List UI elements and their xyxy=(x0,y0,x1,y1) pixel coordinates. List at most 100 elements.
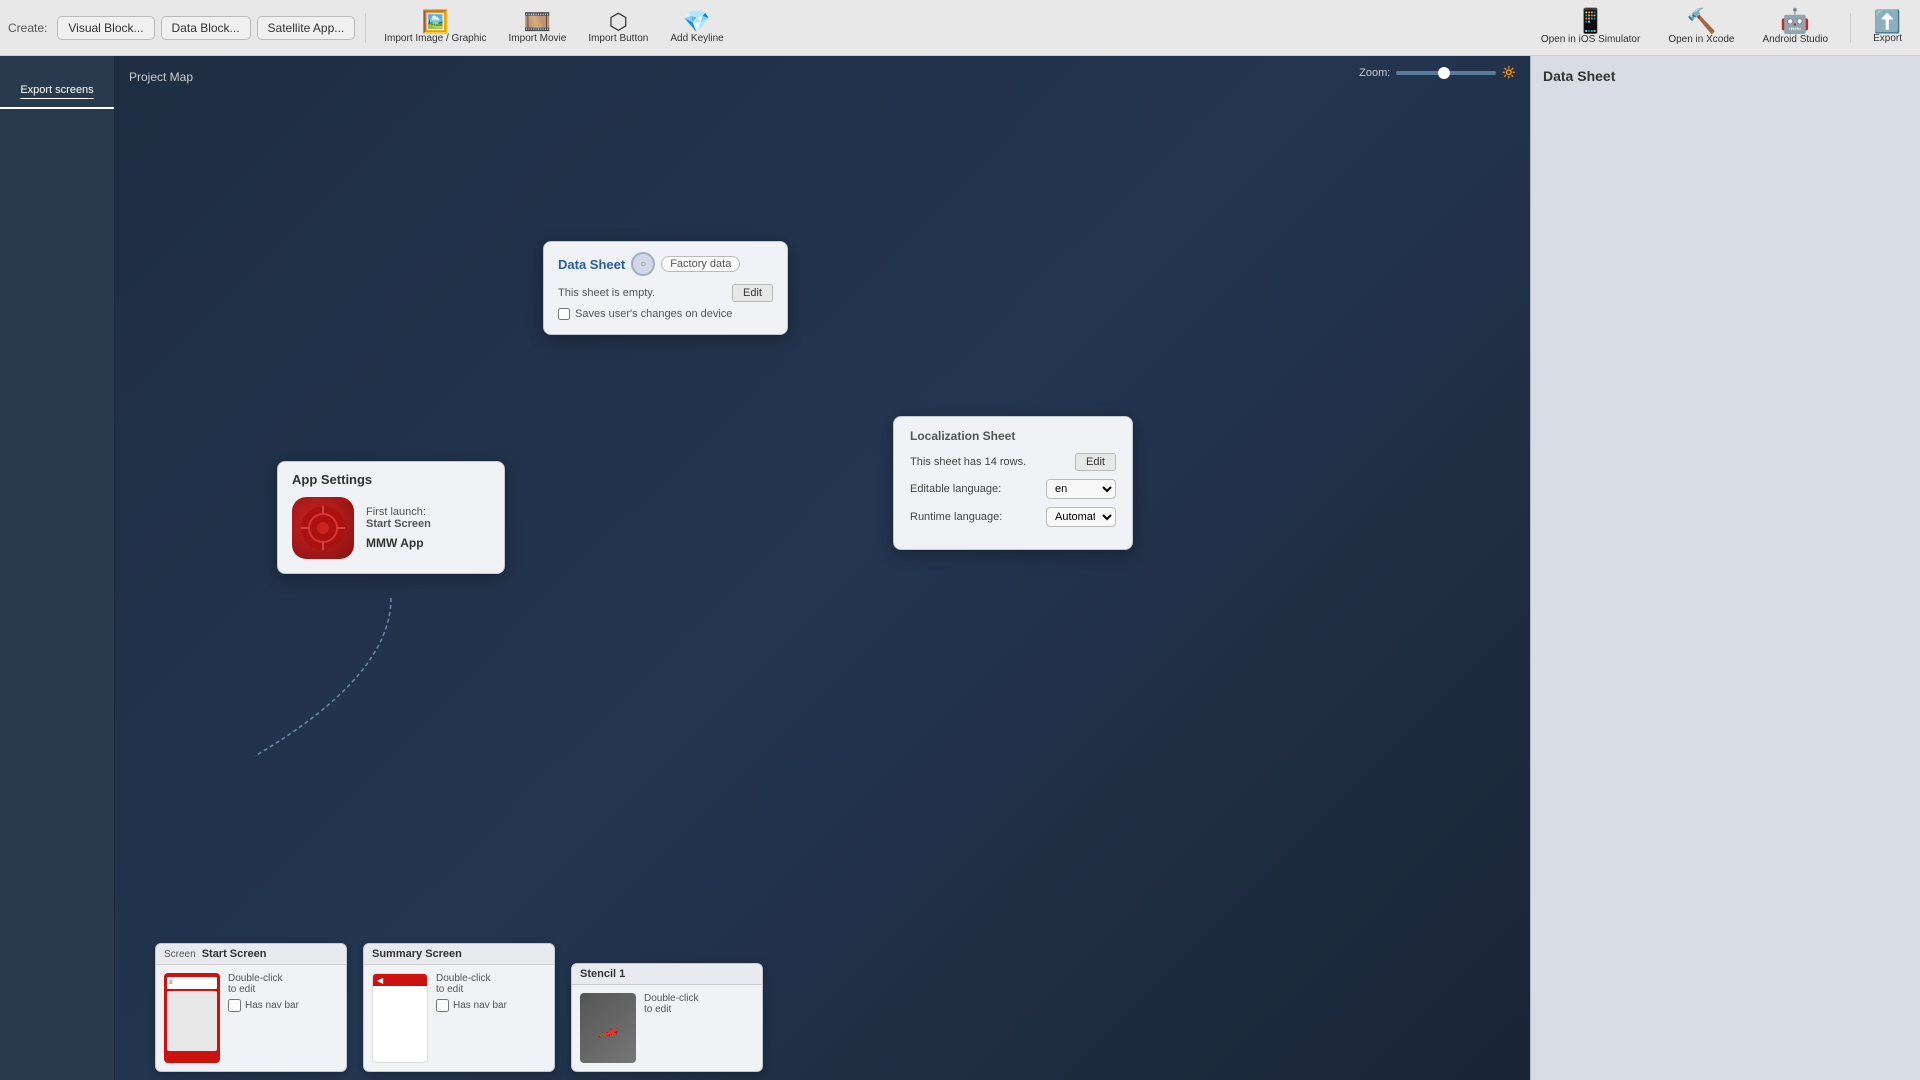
toolbar-right: 📱 Open in iOS Simulator 🔨 Open in Xcode … xyxy=(1531,8,1912,47)
summary-screen-navbar-checkbox[interactable] xyxy=(436,999,449,1012)
export-button[interactable]: ⬆️ Export xyxy=(1863,9,1912,46)
stencil1-thumb: 🏎️ xyxy=(580,993,636,1063)
import-image-label: Import Image / Graphic xyxy=(384,33,486,44)
app-settings-card: App Settings xyxy=(277,461,505,574)
zoom-icon: 🔆 xyxy=(1502,66,1516,79)
stencil1-header: Stencil 1 xyxy=(572,964,762,985)
data-sheet-row: This sheet is empty. Edit xyxy=(558,284,773,302)
start-screen-info: Double-clickto edit Has nav bar xyxy=(228,973,299,1063)
import-button-icon: ⬡ xyxy=(609,11,628,33)
stencil1-body: 🏎️ Double-clickto edit xyxy=(572,985,762,1071)
editable-language-row: Editable language: endefres xyxy=(910,479,1116,499)
app-icon-inner xyxy=(292,497,354,559)
saves-user-changes-label: Saves user's changes on device xyxy=(575,308,732,320)
editable-language-label: Editable language: xyxy=(910,483,1046,495)
toolbar-divider-2 xyxy=(1850,13,1851,43)
stencil1-name: Stencil 1 xyxy=(580,968,625,980)
localization-card: Localization Sheet This sheet has 14 row… xyxy=(893,416,1133,550)
localization-title: Localization Sheet xyxy=(910,429,1116,443)
create-label: Create: xyxy=(8,21,47,35)
start-screen-navbar-label: Has nav bar xyxy=(245,1000,299,1011)
summary-screen-navbar-row: Has nav bar xyxy=(436,999,507,1012)
stencil1-dblclick: Double-clickto edit xyxy=(644,993,698,1015)
start-screen-name: Start Screen xyxy=(202,948,267,960)
summary-screen-card: Summary Screen ◀ Double-clickto edit Has… xyxy=(363,943,555,1072)
import-button-button[interactable]: ⬡ Import Button xyxy=(580,9,656,46)
runtime-language-select[interactable]: Automaticendefr xyxy=(1046,507,1116,527)
summary-screen-thumb: ◀ xyxy=(372,973,428,1063)
summary-screen-body: ◀ Double-clickto edit Has nav bar xyxy=(364,965,554,1071)
right-panel: Data Sheet xyxy=(1530,56,1920,1080)
android-studio-label: Android Studio xyxy=(1762,34,1828,45)
zoom-label: Zoom: xyxy=(1359,67,1390,79)
start-screen-navbar-checkbox[interactable] xyxy=(228,999,241,1012)
add-keyline-label: Add Keyline xyxy=(670,33,723,44)
import-image-button[interactable]: 🖼️ Import Image / Graphic xyxy=(376,9,494,46)
summary-screen-navbar-label: Has nav bar xyxy=(453,1000,507,1011)
project-map-canvas[interactable]: Project Map Zoom: 🔆 Data Sheet ○ Factory… xyxy=(115,56,1530,1080)
start-screen-body: ≡ Double-clickto edit Has nav bar xyxy=(156,965,346,1071)
localization-rows-text: This sheet has 14 rows. xyxy=(910,456,1075,468)
start-screen-header: Screen Start Screen xyxy=(156,944,346,965)
zoom-bar: Zoom: 🔆 xyxy=(1359,66,1516,79)
localization-edit-button[interactable]: Edit xyxy=(1075,453,1116,471)
first-launch-label: First launch: xyxy=(366,506,426,518)
toolbar: Create: Visual Block... Data Block... Sa… xyxy=(0,0,1920,56)
xcode-icon: 🔨 xyxy=(1686,10,1716,34)
start-screen-thumb: ≡ xyxy=(164,973,220,1063)
export-label: Export xyxy=(1873,33,1902,44)
data-sheet-edit-button[interactable]: Edit xyxy=(732,284,773,302)
import-image-icon: 🖼️ xyxy=(422,11,449,33)
data-sheet-checkbox-row: Saves user's changes on device xyxy=(558,308,773,320)
data-sheet-body-text: This sheet is empty. xyxy=(558,287,655,299)
add-keyline-icon: 💎 xyxy=(683,11,710,33)
main-layout: Export screens Project Map Zoom: 🔆 Data … xyxy=(0,56,1920,1080)
app-details: First launch: Start Screen MMW App xyxy=(366,506,431,550)
open-xcode-button[interactable]: 🔨 Open in Xcode xyxy=(1658,8,1744,47)
import-movie-label: Import Movie xyxy=(509,33,567,44)
visual-block-button[interactable]: Visual Block... xyxy=(57,16,154,40)
runtime-language-label: Runtime language: xyxy=(910,511,1046,523)
data-sheet-circle[interactable]: ○ xyxy=(631,252,655,276)
satellite-app-button[interactable]: Satellite App... xyxy=(257,16,356,40)
open-xcode-label: Open in Xcode xyxy=(1668,34,1734,45)
summary-screen-name: Summary Screen xyxy=(372,948,462,960)
saves-user-changes-checkbox[interactable] xyxy=(558,308,570,320)
start-screen-navbar-row: Has nav bar xyxy=(228,999,299,1012)
data-sheet-title: Data Sheet xyxy=(558,257,625,272)
zoom-slider[interactable] xyxy=(1396,71,1496,75)
export-icon: ⬆️ xyxy=(1874,11,1901,33)
first-launch-text: First launch: Start Screen xyxy=(366,506,431,530)
open-ios-label: Open in iOS Simulator xyxy=(1541,34,1641,45)
app-name: MMW App xyxy=(366,536,431,550)
stencil1-card: Stencil 1 🏎️ Double-clickto edit xyxy=(571,963,763,1072)
start-screen-dblclick: Double-clickto edit xyxy=(228,973,299,995)
stencil1-info: Double-clickto edit xyxy=(644,993,698,1063)
canvas-title: Project Map xyxy=(129,70,193,84)
import-movie-button[interactable]: 🎞️ Import Movie xyxy=(501,9,575,46)
import-movie-icon: 🎞️ xyxy=(524,11,551,33)
data-sheet-body: This sheet is empty. Edit Saves user's c… xyxy=(558,284,773,320)
first-launch-value: Start Screen xyxy=(366,518,431,530)
ios-icon: 📱 xyxy=(1576,10,1606,34)
android-icon: 🤖 xyxy=(1780,10,1810,34)
runtime-language-row: Runtime language: Automaticendefr xyxy=(910,507,1116,527)
import-button-label: Import Button xyxy=(588,33,648,44)
editable-language-select[interactable]: endefres xyxy=(1046,479,1116,499)
open-ios-button[interactable]: 📱 Open in iOS Simulator xyxy=(1531,8,1651,47)
sidebar-item-export-screens[interactable]: Export screens xyxy=(0,76,114,109)
start-screen-label: Screen xyxy=(164,949,196,960)
data-block-button[interactable]: Data Block... xyxy=(161,16,251,40)
android-studio-button[interactable]: 🤖 Android Studio xyxy=(1752,8,1838,47)
right-panel-title: Data Sheet xyxy=(1543,68,1908,84)
localization-rows-row: This sheet has 14 rows. Edit xyxy=(910,453,1116,471)
add-keyline-button[interactable]: 💎 Add Keyline xyxy=(662,9,731,46)
summary-screen-dblclick: Double-clickto edit xyxy=(436,973,507,995)
mmw-logo-svg xyxy=(298,503,348,553)
app-icon xyxy=(292,497,354,559)
toolbar-divider-1 xyxy=(365,13,366,43)
data-sheet-card: Data Sheet ○ Factory data This sheet is … xyxy=(543,241,788,335)
data-sheet-badge: Factory data xyxy=(661,256,740,272)
summary-screen-info: Double-clickto edit Has nav bar xyxy=(436,973,507,1063)
left-sidebar: Export screens xyxy=(0,56,115,1080)
